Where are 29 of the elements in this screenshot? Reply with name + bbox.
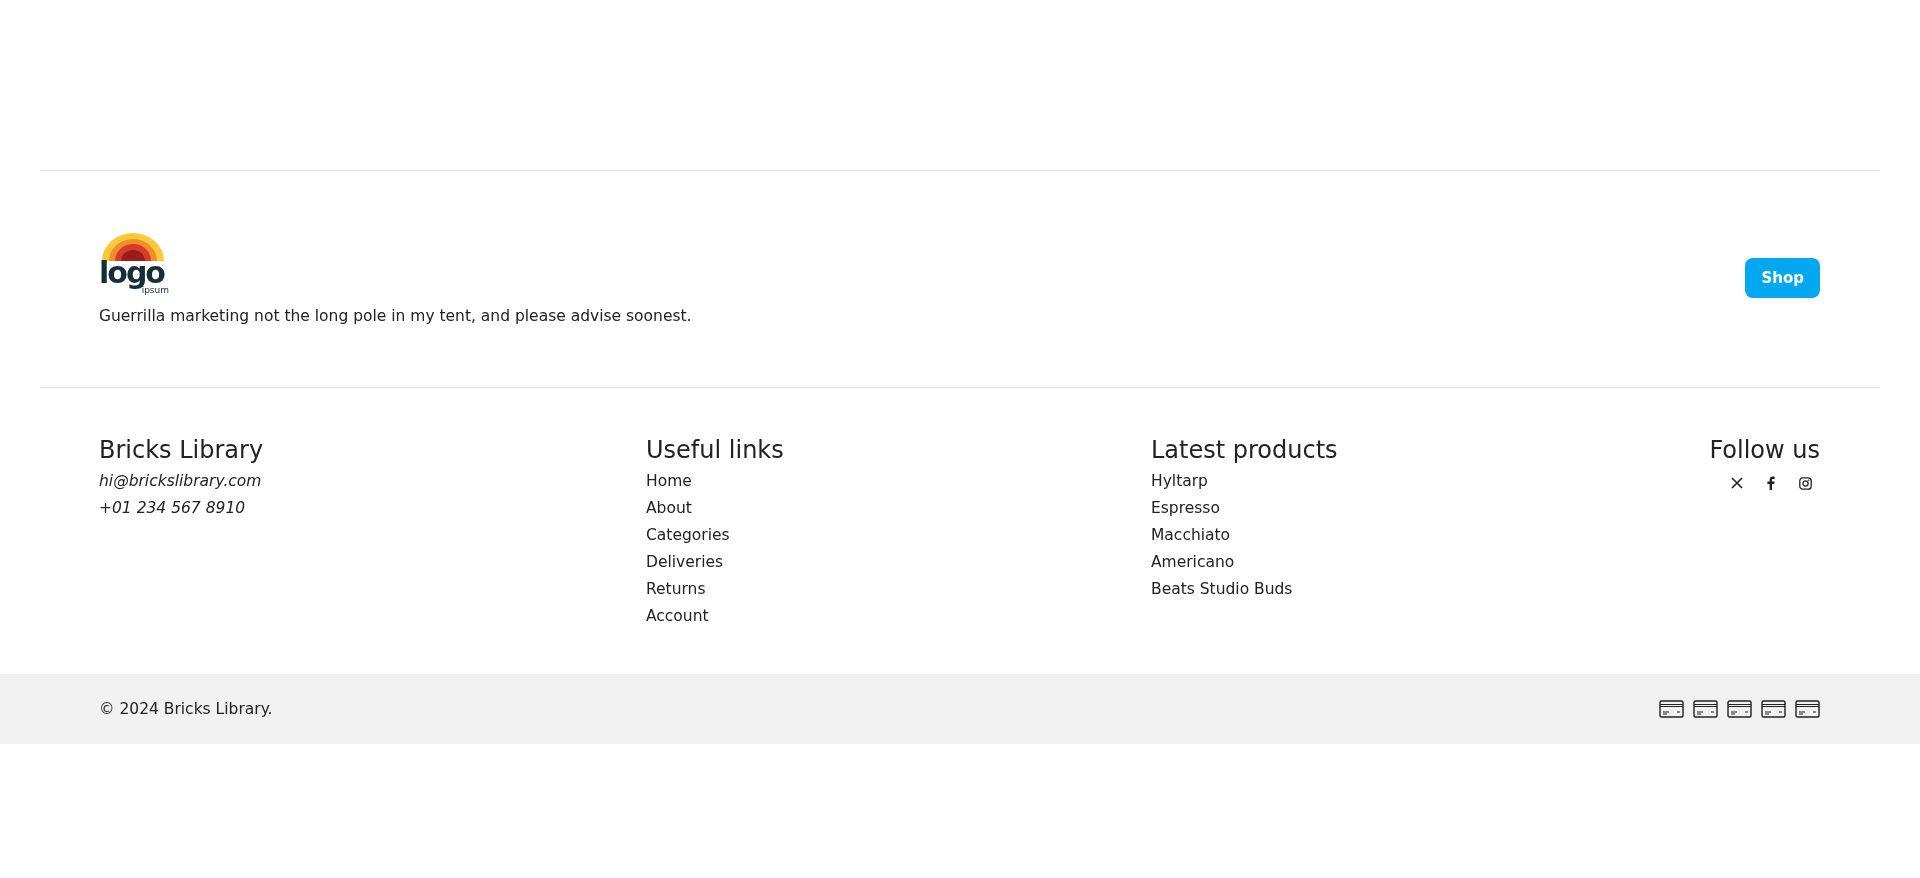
instagram-icon[interactable] (1799, 476, 1812, 490)
column-heading: Useful links (646, 436, 785, 464)
contact-link[interactable]: +01 234 567 8910 (99, 495, 646, 522)
footer-link[interactable]: Account (646, 603, 1151, 630)
facebook-icon[interactable] (1767, 476, 1775, 490)
footer-link[interactable]: Macchiato (1151, 522, 1710, 549)
footer-link[interactable]: About (646, 495, 1151, 522)
footer-link[interactable]: Home (646, 468, 1151, 495)
footer-link[interactable]: Categories (646, 522, 1151, 549)
credit-card-icon (1659, 700, 1684, 718)
credit-card-icon (1761, 700, 1786, 718)
credit-card-icon (1795, 700, 1820, 718)
credit-card-icon (1727, 700, 1752, 718)
footer-link[interactable]: Beats Studio Buds (1151, 576, 1710, 603)
contact-link[interactable]: hi@brickslibrary.com (99, 468, 646, 495)
column-heading: Latest products (1151, 436, 1339, 464)
x-logo-icon[interactable] (1731, 477, 1743, 489)
rainbow-arcs-icon (100, 231, 166, 261)
footer-link[interactable]: Americano (1151, 549, 1710, 576)
tagline: Guerrilla marketing not the long pole in my tent, and please advise soonest. (99, 307, 692, 325)
credit-card-icon (1693, 700, 1718, 718)
footer-link[interactable]: Hyltarp (1151, 468, 1710, 495)
footer-link[interactable]: Espresso (1151, 495, 1710, 522)
footer-link[interactable]: Returns (646, 576, 1151, 603)
column-heading: Bricks Library (99, 436, 265, 464)
logo[interactable]: logo ipsum (99, 231, 175, 295)
footer-link[interactable]: Deliveries (646, 549, 1151, 576)
column-heading: Follow us (1709, 436, 1820, 464)
copyright-text: © 2024 Bricks Library. (99, 700, 273, 718)
